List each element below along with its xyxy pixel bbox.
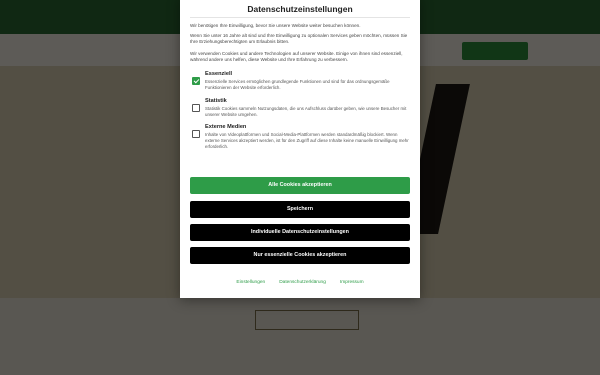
intro-cookies-text: Wir verwenden Cookies und andere Technol… xyxy=(190,51,403,63)
privacy-settings-dialog: Datenschutzeinstellungen Wir benötigen I… xyxy=(180,0,420,298)
intro-age-text: Wenn Sie unter 16 Jahre alt sind und Ihr… xyxy=(190,33,408,45)
accept-all-button[interactable]: Alle Cookies akzeptieren xyxy=(190,177,410,194)
save-button[interactable]: Speichern xyxy=(190,201,410,218)
divider xyxy=(190,17,410,18)
dialog-footer-links: Einstellungen Datenschutzerklärung Impre… xyxy=(180,280,420,285)
category-statistics-description: Statistik Cookies sammeln Nutzungsdaten,… xyxy=(205,106,407,117)
category-essential-description: Essenzielle Services ermöglichen grundle… xyxy=(205,79,390,90)
category-statistics-label: Statistik xyxy=(205,98,227,104)
category-external-media-description: Inhalte von Videoplattformen und Social-… xyxy=(205,132,409,149)
individual-settings-button[interactable]: Individuelle Datenschutzeinstellungen xyxy=(190,224,410,241)
statistics-checkbox[interactable] xyxy=(192,104,200,112)
essential-checkbox[interactable] xyxy=(192,77,200,85)
imprint-link[interactable]: Impressum xyxy=(340,280,364,285)
external-media-checkbox[interactable] xyxy=(192,130,200,138)
settings-link[interactable]: Einstellungen xyxy=(236,280,265,285)
category-essential-label: Essenziell xyxy=(205,71,233,77)
category-external-media[interactable]: Externe Medien Inhalte von Videoplattfor… xyxy=(190,124,410,154)
privacy-policy-link[interactable]: Datenschutzerklärung xyxy=(279,280,326,285)
category-essential[interactable]: Essenziell Essenzielle Services ermöglic… xyxy=(190,71,410,101)
accept-essential-button[interactable]: Nur essenzielle Cookies akzeptieren xyxy=(190,247,410,264)
dialog-title: Datenschutzeinstellungen xyxy=(247,4,353,14)
intro-consent-text: Wir benötigen Ihre Einwilligung, bevor S… xyxy=(190,23,361,28)
category-external-media-label: Externe Medien xyxy=(205,124,247,130)
